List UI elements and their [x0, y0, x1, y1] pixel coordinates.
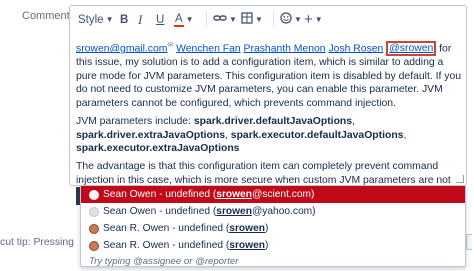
text-color-label: A [174, 12, 184, 27]
param-executor-extra: spark.executor.extraJavaOptions [76, 142, 240, 154]
param-separator: , [403, 129, 407, 141]
mention-hint: Try typing @assignee or @reporter [89, 255, 239, 267]
paragraph-2: JVM parameters include: spark.driver.def… [76, 115, 462, 155]
param-separator: , [225, 129, 228, 141]
emoji-button[interactable]: ▼ [280, 9, 304, 31]
mention-option-user: srowen [229, 240, 265, 251]
envelope-icon: ✉ [167, 42, 174, 49]
mention-wenchen-fan[interactable]: Wenchen Fan [176, 43, 241, 54]
param-driver-default: spark.driver.defaultJavaOptions [193, 116, 353, 128]
comment-editor[interactable]: Style ▼ B I U A ▼ ▼ ▼ ▼ + ▼ srowen@gmail… [69, 5, 467, 199]
avatar [89, 206, 99, 217]
insert-more-button[interactable]: + ▼ [304, 9, 330, 31]
right-edge-control[interactable] [466, 234, 472, 250]
email-link[interactable]: srowen@gmail.com [76, 43, 167, 54]
mention-option[interactable]: Sean Owen - undefined (srowen @yahoo.com) [81, 203, 465, 220]
chevron-down-icon: ▼ [229, 15, 237, 24]
mention-option[interactable]: Sean R. Owen - undefined (srowen) [81, 237, 465, 254]
mention-option-user: srowen [216, 206, 252, 217]
bold-button[interactable]: B [120, 9, 138, 31]
table-button[interactable]: ▼ [241, 9, 267, 31]
mention-option-user: srowen [229, 223, 265, 234]
table-icon [241, 12, 253, 27]
mention-option-suffix: @scient.com) [251, 189, 315, 200]
mention-josh-rosen[interactable]: Josh Rosen [328, 43, 383, 54]
plus-icon: + [304, 11, 313, 28]
paragraph-2-prefix: JVM parameters include: [76, 116, 194, 128]
editor-content[interactable]: srowen@gmail.com✉ Wenchen Fan Prashanth … [76, 39, 462, 206]
paragraph-1: srowen@gmail.com✉ Wenchen Fan Prashanth … [76, 39, 462, 110]
chevron-down-icon: ▼ [255, 15, 263, 24]
link-button[interactable]: ▼ [213, 9, 241, 31]
mention-option-name: Sean Owen - undefined ( [103, 189, 217, 200]
chevron-down-icon: ▼ [105, 15, 114, 24]
resize-handle[interactable] [456, 175, 464, 183]
text-color-button[interactable]: A ▼ [174, 9, 200, 31]
toolbar-divider [273, 12, 274, 27]
style-dropdown[interactable]: Style ▼ [78, 9, 114, 31]
mention-option-suffix: @yahoo.com) [251, 206, 316, 217]
param-separator: , [352, 116, 355, 128]
param-driver-extra: spark.driver.extraJavaOptions [76, 129, 226, 141]
link-icon [213, 13, 227, 26]
mention-option-name: Sean Owen - undefined ( [103, 206, 217, 217]
mention-option-name: Sean R. Owen - undefined ( [103, 223, 230, 234]
avatar [89, 240, 99, 251]
mention-dropdown: Sean Owen - undefined (srowen @scient.com… [80, 185, 466, 267]
param-executor-default: spark.executor.defaultJavaOptions [230, 129, 404, 141]
chevron-down-icon: ▼ [314, 15, 323, 24]
mention-option[interactable]: Sean Owen - undefined (srowen @scient.com… [81, 186, 465, 203]
mention-option-user: srowen [216, 189, 252, 200]
comment-label: Comment [22, 10, 70, 22]
chevron-down-icon: ▼ [185, 15, 194, 24]
shortcut-tip-text: cut tip: Pressing [0, 236, 74, 248]
toolbar-divider [206, 12, 207, 27]
mention-option[interactable]: Sean R. Owen - undefined (srowen) [81, 220, 465, 237]
avatar [89, 189, 99, 200]
mention-option-suffix: ) [264, 223, 269, 234]
mention-option-name: Sean R. Owen - undefined ( [103, 240, 230, 251]
underline-button[interactable]: U [156, 9, 174, 31]
editor-toolbar: Style ▼ B I U A ▼ ▼ ▼ ▼ + ▼ [70, 6, 466, 33]
italic-button[interactable]: I [138, 9, 156, 31]
shortcut-tip: cut tip: Pressing m [0, 232, 92, 252]
mention-option-suffix: ) [264, 240, 269, 251]
style-label: Style [78, 13, 104, 26]
mention-prashanth-menon[interactable]: Prashanth Menon [244, 43, 326, 54]
chevron-down-icon: ▼ [294, 15, 302, 24]
avatar [89, 223, 99, 234]
emoji-icon [280, 12, 292, 27]
mention-query-srowen[interactable]: @srowen [386, 41, 437, 57]
